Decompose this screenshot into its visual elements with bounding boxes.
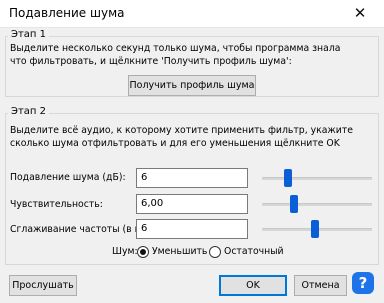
reduce-radio[interactable]: [137, 246, 149, 258]
step1-instruction-line2: что фильтровать, и щёлкните 'Получить пр…: [10, 56, 292, 67]
step2-legend: Этап 2: [8, 106, 50, 117]
noise-reduction-input[interactable]: 6: [136, 168, 248, 188]
noise-reduction-slider-thumb[interactable]: [284, 169, 293, 187]
reduce-radio-label[interactable]: Уменьшить: [152, 246, 207, 258]
reduce-radio-dot: [140, 249, 146, 255]
residual-radio-label[interactable]: Остаточный: [224, 246, 284, 258]
sensitivity-slider-track[interactable]: [262, 203, 372, 206]
sensitivity-label: Чувствительность:: [10, 199, 103, 210]
ok-button[interactable]: OK: [219, 275, 287, 296]
get-noise-profile-button[interactable]: Получить профиль шума: [128, 75, 256, 96]
frequency-smoothing-input[interactable]: 6: [136, 219, 248, 239]
preview-button[interactable]: Прослушать: [9, 275, 77, 296]
noise-label: Шум:: [112, 246, 138, 257]
title-bar: Подавление шума ✕: [0, 0, 384, 28]
window-title: Подавление шума: [9, 6, 125, 20]
step2-instruction-line1: Выделите всё аудио, к которому хотите пр…: [10, 125, 353, 136]
frequency-smoothing-slider-thumb[interactable]: [310, 220, 319, 238]
residual-radio[interactable]: [209, 246, 221, 258]
cancel-button[interactable]: Отмена: [294, 275, 347, 296]
sensitivity-slider-thumb[interactable]: [289, 195, 298, 213]
noise-reduction-slider-track[interactable]: [262, 177, 372, 180]
step1-instruction-line1: Выделите несколько секунд только шума, ч…: [10, 43, 341, 54]
close-icon[interactable]: ✕: [348, 4, 372, 22]
help-icon[interactable]: ?: [352, 272, 374, 294]
sensitivity-input[interactable]: 6,00: [136, 194, 248, 214]
noise-reduction-label: Подавление шума (дБ):: [10, 172, 126, 183]
step2-instruction-line2: сколько шума отфильтровать и для его уме…: [10, 138, 340, 149]
step1-legend: Этап 1: [8, 29, 50, 40]
